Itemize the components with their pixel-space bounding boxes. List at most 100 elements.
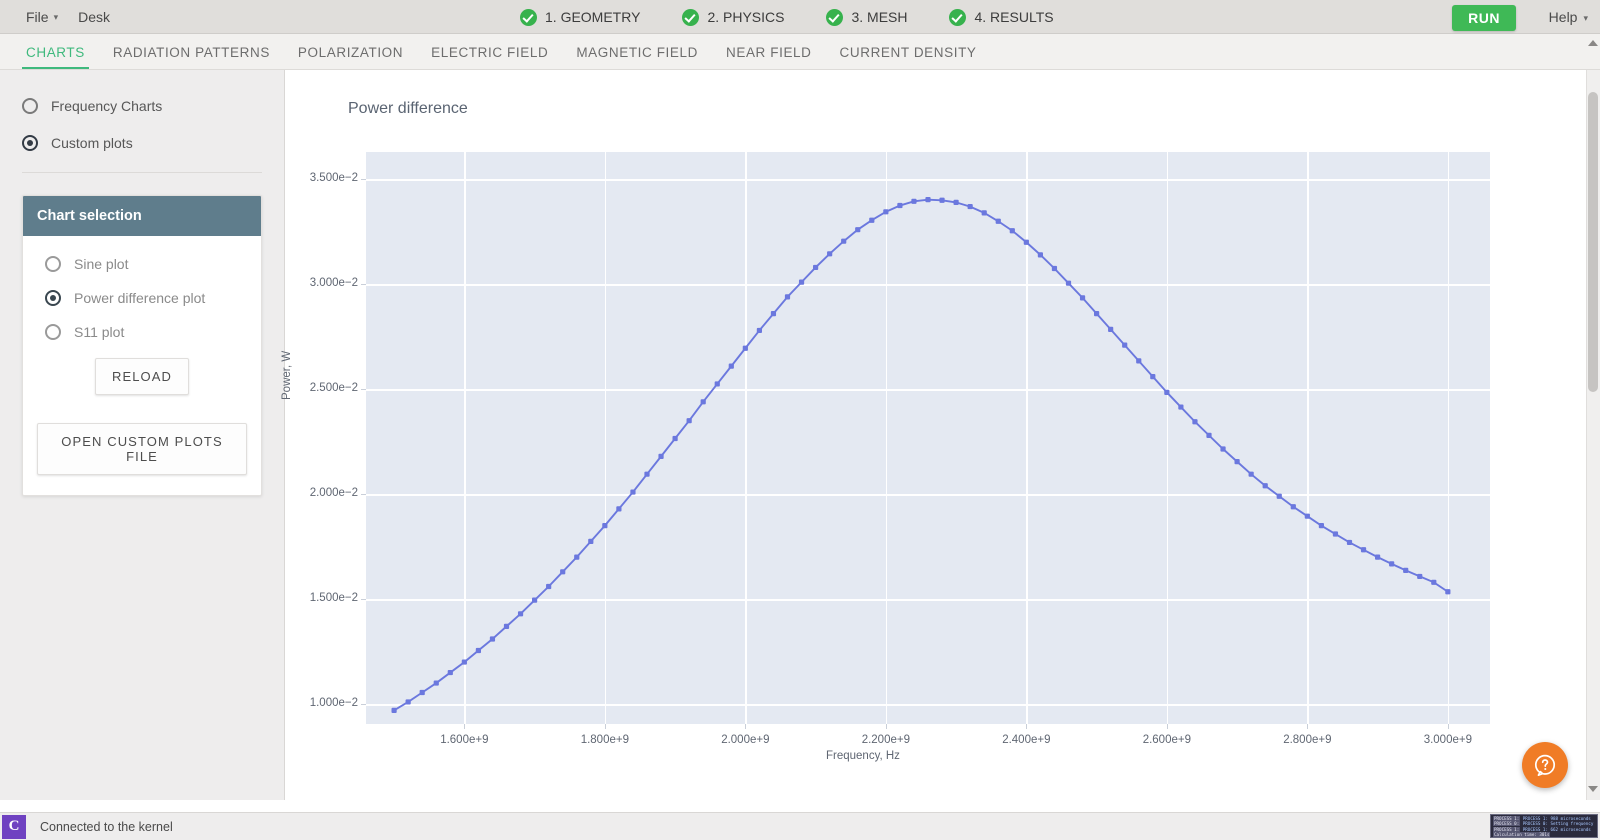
- series-marker: [1346, 539, 1353, 546]
- y-axis-tick-mark: [361, 494, 366, 496]
- chart-selection-title: Chart selection: [23, 196, 261, 236]
- series-marker: [602, 523, 608, 529]
- series-marker: [855, 227, 861, 233]
- tab-charts[interactable]: CHARTS: [12, 45, 99, 69]
- help-question-icon: [1534, 754, 1556, 776]
- step-geometry[interactable]: 1. GEOMETRY: [520, 8, 641, 26]
- step-results[interactable]: 4. RESULTS: [949, 8, 1054, 26]
- kernel-status-text: Connected to the kernel: [40, 819, 173, 834]
- data-series-power-difference: [391, 197, 1451, 713]
- radio-sine-plot-label: Sine plot: [74, 256, 129, 272]
- series-marker: [1318, 523, 1324, 529]
- log-line: Calculation time: 301s: [1493, 831, 1551, 837]
- series-marker: [686, 418, 692, 424]
- reload-button[interactable]: RELOAD: [94, 358, 190, 395]
- y-axis-tick-label: 3.500e−2: [309, 172, 358, 185]
- step-mesh[interactable]: 3. MESH: [826, 8, 907, 26]
- series-marker: [1220, 446, 1226, 452]
- series-marker: [433, 680, 439, 686]
- process-log-widget[interactable]: PROCESS 1: PROCESS 1: 988 microseconds P…: [1490, 814, 1598, 838]
- series-marker: [391, 707, 397, 713]
- run-button[interactable]: RUN: [1452, 5, 1516, 31]
- radio-sine-plot[interactable]: Sine plot: [45, 256, 247, 272]
- scroll-up-arrow-icon[interactable]: [1588, 40, 1598, 50]
- radio-power-difference-plot-label: Power difference plot: [74, 290, 206, 306]
- series-marker: [1164, 389, 1170, 395]
- x-axis-tick-mark: [1307, 724, 1309, 729]
- radio-icon: [45, 324, 61, 340]
- menu-help[interactable]: Help ▾: [1549, 0, 1588, 34]
- series-marker: [1094, 311, 1100, 317]
- scroll-down-arrow-icon[interactable]: [1588, 786, 1598, 796]
- series-marker: [532, 597, 538, 603]
- tab-electric-field[interactable]: ELECTRIC FIELD: [417, 45, 562, 69]
- x-axis-tick-mark: [604, 724, 606, 729]
- series-marker: [560, 569, 566, 575]
- series-marker: [644, 471, 650, 477]
- menu-file-label: File: [26, 8, 49, 25]
- x-axis-tick-label: 2.000e+9: [721, 734, 770, 746]
- series-marker: [447, 669, 453, 676]
- chart-selection-body: Sine plot Power difference plot S11 plot…: [23, 236, 261, 495]
- series-marker: [1178, 404, 1184, 410]
- series-marker: [813, 264, 819, 271]
- radio-frequency-charts[interactable]: Frequency Charts: [22, 98, 262, 114]
- tab-radiation-patterns[interactable]: RADIATION PATTERNS: [99, 45, 284, 69]
- series-marker: [1262, 483, 1268, 489]
- series-marker: [1403, 567, 1409, 573]
- series-marker: [630, 489, 636, 495]
- y-axis-tick-label: 2.000e−2: [309, 487, 358, 500]
- series-marker: [419, 689, 425, 696]
- series-marker: [546, 583, 552, 590]
- y-axis-tick-label: 2.500e−2: [309, 382, 358, 395]
- y-axis-tick-label: 3.000e−2: [309, 277, 358, 290]
- y-axis-tick-label: 1.000e−2: [309, 697, 358, 710]
- series-marker: [869, 217, 875, 223]
- vertical-scrollbar[interactable]: [1586, 40, 1600, 800]
- series-marker: [1417, 573, 1423, 580]
- x-axis-tick-label: 1.800e+9: [580, 734, 629, 746]
- tab-polarization[interactable]: POLARIZATION: [284, 45, 417, 69]
- x-axis-tick-label: 2.800e+9: [1283, 734, 1332, 746]
- series-marker: [911, 198, 917, 204]
- series-marker: [995, 218, 1001, 224]
- series-marker: [1375, 554, 1381, 560]
- scrollbar-thumb[interactable]: [1588, 92, 1598, 392]
- series-marker: [588, 538, 594, 544]
- series-marker: [517, 611, 524, 617]
- series-marker: [1065, 280, 1072, 286]
- radio-power-difference-plot[interactable]: Power difference plot: [45, 290, 247, 306]
- menu-file[interactable]: File ▾: [16, 0, 68, 34]
- plot-area[interactable]: [366, 152, 1490, 724]
- open-custom-plots-file-button[interactable]: OPEN CUSTOM PLOTS FILE: [37, 423, 247, 475]
- x-axis-tick-mark: [745, 724, 747, 729]
- tab-magnetic-field[interactable]: MAGNETIC FIELD: [562, 45, 712, 69]
- kernel-icon-glyph: C: [8, 818, 20, 834]
- step-physics[interactable]: 2. PHYSICS: [682, 8, 784, 26]
- series-marker: [1445, 589, 1451, 595]
- series-marker: [475, 647, 481, 654]
- jupyter-kernel-icon: C: [2, 814, 26, 839]
- status-bar: C Connected to the kernel: [0, 812, 1600, 840]
- series-marker: [798, 279, 805, 285]
- series-marker: [827, 251, 833, 257]
- chevron-down-icon: ▾: [1583, 12, 1588, 23]
- series-marker: [1023, 239, 1029, 245]
- chart-panel: Power difference Power, W Frequency, Hz …: [281, 70, 1558, 800]
- series-marker: [700, 399, 706, 405]
- tab-near-field[interactable]: NEAR FIELD: [712, 45, 826, 69]
- series-marker: [925, 197, 931, 203]
- radio-icon: [22, 98, 38, 114]
- series-marker: [489, 636, 496, 642]
- menu-help-label: Help: [1548, 9, 1578, 25]
- radio-custom-plots[interactable]: Custom plots: [22, 135, 262, 151]
- menu-desk[interactable]: Desk: [68, 0, 120, 34]
- series-marker: [953, 199, 959, 205]
- series-marker: [967, 203, 973, 210]
- tab-current-density[interactable]: CURRENT DENSITY: [826, 45, 991, 69]
- step-geometry-label: 1. GEOMETRY: [545, 9, 641, 25]
- radio-s11-plot[interactable]: S11 plot: [45, 324, 247, 340]
- help-fab-button[interactable]: [1522, 742, 1568, 788]
- series-marker: [405, 699, 411, 705]
- series-marker: [1051, 265, 1058, 272]
